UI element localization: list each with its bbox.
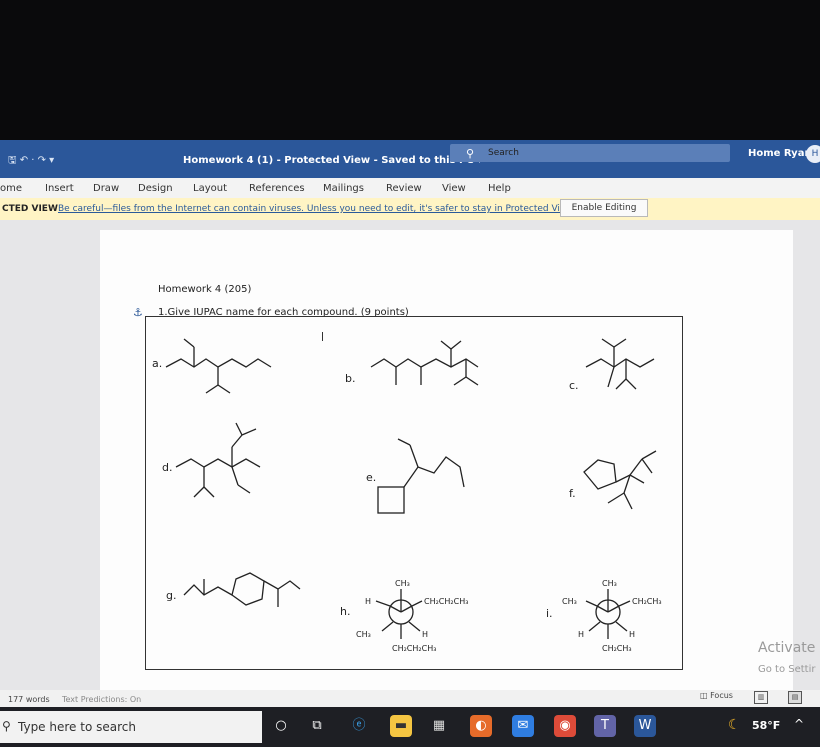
tab-insert[interactable]: Insert (45, 183, 74, 194)
part-label-b: b. (345, 372, 356, 385)
word-icon[interactable]: W (634, 715, 656, 737)
tab-review[interactable]: Review (386, 183, 422, 194)
store-icon[interactable]: ▦ (428, 715, 450, 737)
search-placeholder: Search (488, 148, 519, 158)
tab-design[interactable]: Design (138, 183, 173, 194)
newman-h-upper-right: CH₂CH₂CH₃ (424, 597, 468, 606)
structure-a (165, 358, 272, 368)
tab-draw[interactable]: Draw (93, 183, 119, 194)
newman-h-lower-right: H (422, 630, 428, 639)
camera-dark-area (0, 0, 820, 140)
part-label-d: d. (162, 461, 173, 474)
protected-view-bar: CTED VIEW Be careful—files from the Inte… (0, 198, 820, 221)
protected-view-message[interactable]: Be careful—files from the Internet can c… (58, 204, 575, 214)
part-label-h: h. (340, 605, 351, 618)
ribbon-tabs: ome Insert Draw Design Layout References… (0, 178, 820, 200)
tab-help[interactable]: Help (488, 183, 511, 194)
structures-box: CH₃ H CH₂CH₂CH₃ CH₃ H CH₂CH₂CH₃ CH₃ CH₃ … (145, 316, 683, 670)
firefox-icon[interactable]: ◐ (470, 715, 492, 737)
tab-references[interactable]: References (249, 183, 305, 194)
structure-b (370, 358, 479, 368)
title-bar: 🖫 ↶ · ↷ ▾ Homework 4 (1) - Protected Vie… (0, 140, 820, 178)
newman-i-lower-right: H (629, 630, 635, 639)
newman-h-bottom: CH₂CH₂CH₃ (392, 644, 436, 653)
read-mode-icon[interactable]: ▥ (754, 691, 768, 704)
cortana-icon[interactable]: ○ (270, 715, 292, 737)
newman-h-upper-left: H (365, 597, 371, 606)
taskbar: ⚲ Type here to search ○ ⧉ ⓔ ▬ ▦ ◐ ✉ ◉ T … (0, 707, 820, 747)
taskbar-search[interactable]: ⚲ Type here to search (0, 711, 262, 743)
part-label-e: e. (366, 471, 377, 484)
activation-watermark: Activate (758, 640, 816, 656)
part-label-a: a. (152, 357, 163, 370)
tab-view[interactable]: View (442, 183, 466, 194)
tab-mailings[interactable]: Mailings (323, 183, 364, 194)
task-view-icon[interactable]: ⧉ (306, 715, 328, 737)
structure-e (377, 486, 405, 514)
structure-f (583, 459, 617, 490)
document-canvas: Homework 4 (205) ⚓ 1.Give IUPAC name for… (0, 220, 820, 690)
newman-i-upper-right: CH₂CH₃ (632, 597, 662, 606)
user-name[interactable]: Home Ryan (748, 148, 812, 159)
avatar[interactable]: H (806, 145, 820, 163)
status-bar: 177 words Text Predictions: On ◫ Focus ▥… (0, 690, 820, 707)
part-label-c: c. (569, 379, 579, 392)
newman-h-lower-left: CH₃ (356, 630, 371, 639)
edge-icon[interactable]: ⓔ (348, 715, 370, 737)
molecule-drawings: CH₃ H CH₂CH₂CH₃ CH₃ H CH₂CH₂CH₃ CH₃ CH₃ … (165, 338, 662, 653)
quick-access-toolbar[interactable]: 🖫 ↶ · ↷ ▾ (8, 153, 54, 170)
search-icon: ⚲ (466, 147, 475, 160)
newman-i-upper-left: CH₃ (562, 597, 577, 606)
document-page[interactable]: Homework 4 (205) ⚓ 1.Give IUPAC name for… (100, 230, 793, 690)
search-box[interactable]: ⚲ Search (450, 144, 730, 162)
structure-g (183, 584, 233, 596)
tab-home[interactable]: ome (0, 183, 22, 194)
newman-i-lower-left: H (578, 630, 584, 639)
chrome-icon[interactable]: ◉ (554, 715, 576, 737)
focus-label: Focus (710, 691, 733, 700)
document-heading: Homework 4 (205) (158, 284, 252, 295)
tab-layout[interactable]: Layout (193, 183, 227, 194)
file-explorer-icon[interactable]: ▬ (390, 715, 412, 737)
mail-icon[interactable]: ✉ (512, 715, 534, 737)
structure-c (585, 358, 655, 368)
newman-i-top: CH₃ (602, 579, 617, 588)
weather-moon-icon[interactable]: ☾ (728, 717, 741, 733)
temperature[interactable]: 58°F (752, 719, 780, 732)
anchor-icon: ⚓ (133, 306, 143, 319)
enable-editing-button[interactable]: Enable Editing (560, 199, 648, 217)
chevron-up-icon[interactable]: ^ (794, 717, 804, 731)
document-title: Homework 4 (1) - Protected View - Saved … (183, 155, 483, 166)
text-predictions-status[interactable]: Text Predictions: On (62, 695, 141, 704)
activation-watermark-link[interactable]: Go to Settir (758, 664, 816, 675)
protected-view-label: CTED VIEW (2, 204, 58, 214)
newman-i-bottom: CH₂CH₃ (602, 644, 632, 653)
print-layout-icon[interactable]: ▤ (788, 691, 802, 704)
part-label-g: g. (166, 589, 177, 602)
focus-button[interactable]: ◫ Focus (700, 691, 740, 700)
part-label-f: f. (569, 487, 576, 500)
structure-d (175, 458, 261, 468)
word-count[interactable]: 177 words (8, 695, 50, 704)
search-icon: ⚲ (2, 719, 11, 733)
part-label-i: i. (546, 607, 553, 620)
newman-h-top: CH₃ (395, 579, 410, 588)
focus-icon: ◫ (700, 691, 711, 700)
teams-icon[interactable]: T (594, 715, 616, 737)
taskbar-search-placeholder: Type here to search (18, 720, 136, 734)
